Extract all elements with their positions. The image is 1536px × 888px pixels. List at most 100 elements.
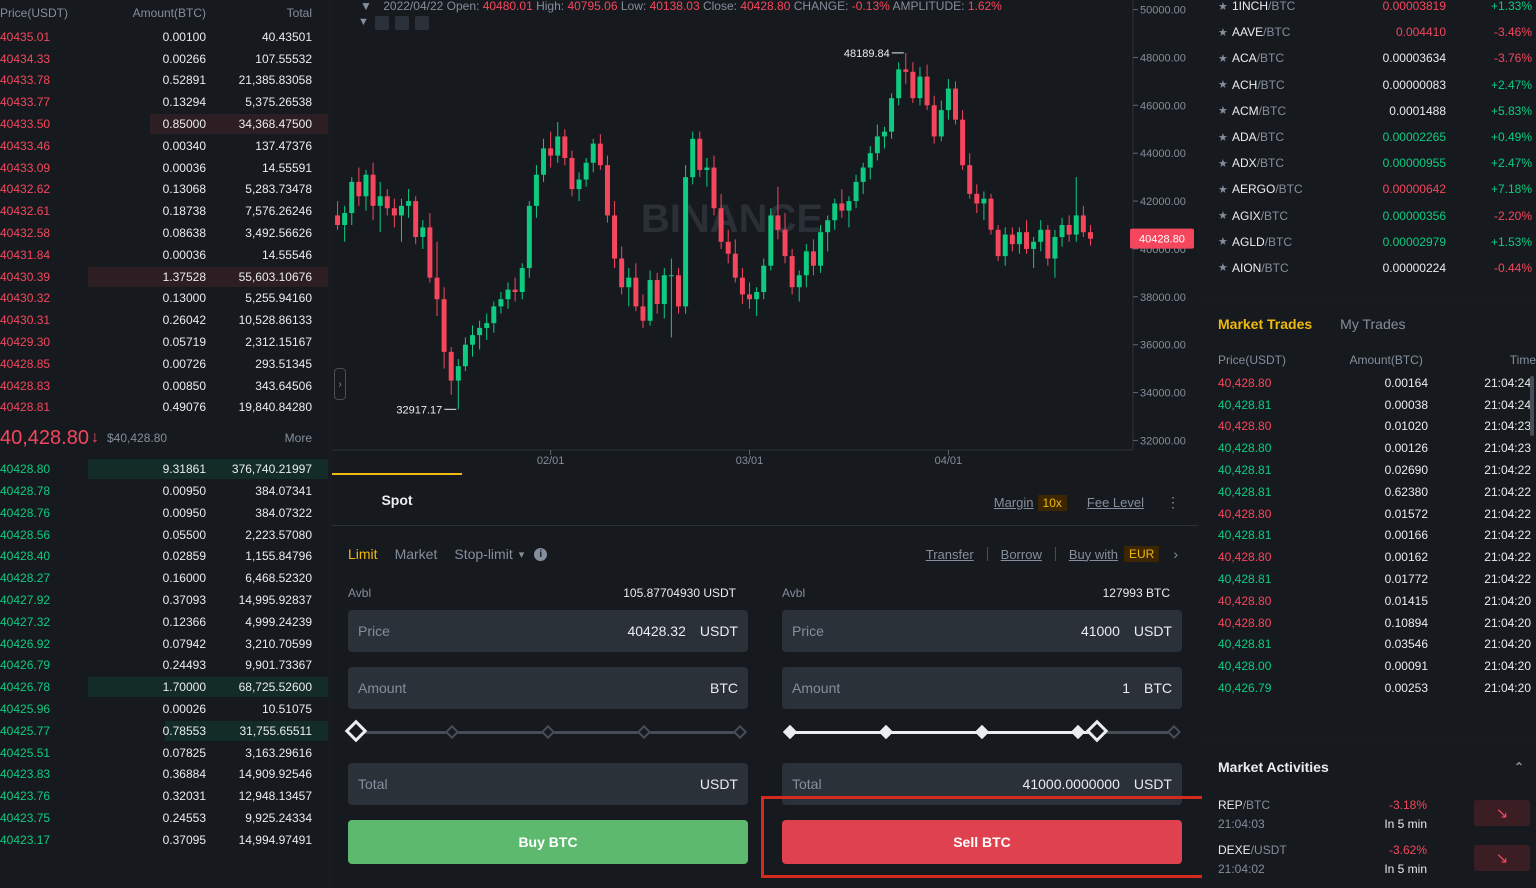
buy-total-field[interactable]: Total USDT	[348, 763, 748, 805]
bid-row[interactable]: 40426.78 1.70000 68,725.52600	[0, 676, 328, 698]
collapse-triangle-icon[interactable]: ▼	[360, 0, 372, 13]
leverage-badge[interactable]: 10x	[1037, 494, 1067, 511]
order-type-limit[interactable]: Limit	[348, 546, 378, 562]
indicator-icon[interactable]	[374, 16, 389, 30]
tab-spot[interactable]: Spot	[332, 473, 462, 525]
star-icon[interactable]: ★	[1218, 52, 1232, 65]
price-chart[interactable]: BINANCE 50000.00 48000.00 46000.00 44000.00 4…	[332, 0, 1198, 472]
bid-row[interactable]: 40423.76 0.32031 12,948.13457	[0, 785, 328, 807]
market-row[interactable]: ★ AAVE/BTC 0.004410 -3.46%	[1202, 19, 1536, 45]
expand-triangle-icon[interactable]: ▼	[358, 16, 369, 30]
tab-market-trades[interactable]: Market Trades	[1218, 316, 1312, 332]
chevron-right-icon[interactable]: ›	[1173, 546, 1178, 562]
slider-step[interactable]	[732, 724, 748, 740]
slider-handle[interactable]	[344, 719, 368, 743]
market-row[interactable]: ★ AERGO/BTC 0.00000642 +7.18%	[1202, 176, 1536, 202]
bid-row[interactable]: 40425.77 0.78553 31,755.65511	[0, 720, 328, 742]
market-row[interactable]: ★ ACH/BTC 0.00000083 +2.47%	[1202, 72, 1536, 98]
ask-row[interactable]: 40430.32 0.13000 5,255.94160	[0, 288, 328, 310]
bid-row[interactable]: 40423.17 0.37095 14,994.97491	[0, 829, 328, 851]
collapse-panel-button[interactable]: ›	[334, 368, 346, 400]
ask-row[interactable]: 40429.30 0.05719 2,312.15167	[0, 331, 328, 353]
market-row[interactable]: ★ AION/BTC 0.00000224 -0.44%	[1202, 255, 1536, 281]
ask-row[interactable]: 40430.31 0.26042 10,528.86133	[0, 309, 328, 331]
market-row[interactable]: ★ ADX/BTC 0.00000955 +2.47%	[1202, 150, 1536, 176]
ask-row[interactable]: 40432.62 0.13068 5,283.73478	[0, 179, 328, 201]
ask-row[interactable]: 40430.39 1.37528 55,603.10676	[0, 266, 328, 288]
bid-row[interactable]: 40428.78 0.00950 384.07341	[0, 480, 328, 502]
slider-step[interactable]	[878, 724, 894, 740]
sell-amount-field[interactable]: Amount 1 BTC	[782, 667, 1182, 709]
currency-badge[interactable]: EUR	[1123, 546, 1160, 562]
bid-row[interactable]: 40423.75 0.24553 9,925.24334	[0, 807, 328, 829]
order-type-market[interactable]: Market	[395, 546, 438, 562]
market-row[interactable]: ★ ADA/BTC 0.00002265 +0.49%	[1202, 124, 1536, 150]
slider-step[interactable]	[782, 724, 798, 740]
slider-step[interactable]	[1070, 724, 1086, 740]
sell-percent-slider[interactable]	[782, 719, 1182, 743]
slider-step[interactable]	[1166, 724, 1182, 740]
close-icon[interactable]	[414, 16, 429, 30]
bid-row[interactable]: 40427.92 0.37093 14,995.92837	[0, 589, 328, 611]
star-icon[interactable]: ★	[1218, 261, 1232, 274]
sell-price-input[interactable]: 41000	[1081, 623, 1120, 639]
market-row[interactable]: ★ ACM/BTC 0.0001488 +5.83%	[1202, 98, 1536, 124]
margin-link[interactable]: Margin	[994, 495, 1034, 510]
ask-row[interactable]: 40428.83 0.00850 343.64506	[0, 375, 328, 397]
scrollbar[interactable]	[1530, 376, 1534, 436]
more-options-icon[interactable]: ⋮	[1166, 494, 1180, 511]
slider-step[interactable]	[974, 724, 990, 740]
trend-down-icon[interactable]: ↘	[1474, 845, 1530, 871]
sell-amount-input[interactable]: 1	[1122, 680, 1130, 696]
candlestick-chart[interactable]: BINANCE 50000.00 48000.00 46000.00 44000.00 4…	[332, 0, 1198, 472]
bid-row[interactable]: 40427.32 0.12366 4,999.24239	[0, 611, 328, 633]
slider-step[interactable]	[540, 724, 556, 740]
activity-row[interactable]: DEXE/USDT 21:04:02 -3.62% In 5 min ↘	[1202, 835, 1536, 880]
bid-row[interactable]: 40428.40 0.02859 1,155.84796	[0, 546, 328, 568]
ask-row[interactable]: 40433.50 0.85000 34,368.47500	[0, 113, 328, 135]
bid-row[interactable]: 40425.96 0.00026 10.51075	[0, 698, 328, 720]
star-icon[interactable]: ★	[1218, 209, 1232, 222]
slider-handle[interactable]	[1085, 719, 1109, 743]
star-icon[interactable]: ★	[1218, 0, 1232, 13]
bid-row[interactable]: 40426.79 0.24493 9,901.73367	[0, 655, 328, 677]
ask-row[interactable]: 40433.78 0.52891 21,385.83058	[0, 70, 328, 92]
collapse-caret-icon[interactable]: ⌃	[1514, 760, 1524, 774]
star-icon[interactable]: ★	[1218, 235, 1232, 248]
bid-row[interactable]: 40423.83 0.36884 14,909.92546	[0, 764, 328, 786]
bid-row[interactable]: 40428.27 0.16000 6,468.52320	[0, 567, 328, 589]
settings-icon[interactable]	[394, 16, 409, 30]
slider-step[interactable]	[636, 724, 652, 740]
ask-row[interactable]: 40434.33 0.00266 107.55532	[0, 48, 328, 70]
info-icon[interactable]: i	[534, 547, 548, 561]
bid-row[interactable]: 40428.56 0.05500 2,223.57080	[0, 524, 328, 546]
buy-percent-slider[interactable]	[344, 719, 748, 743]
star-icon[interactable]: ★	[1218, 183, 1232, 196]
ask-row[interactable]: 40432.58 0.08638 3,492.56626	[0, 222, 328, 244]
borrow-link[interactable]: Borrow	[1001, 547, 1042, 562]
bid-row[interactable]: 40426.92 0.07942 3,210.70599	[0, 633, 328, 655]
sell-total-input[interactable]: 41000.0000000	[1023, 776, 1120, 792]
star-icon[interactable]: ★	[1218, 157, 1232, 170]
ask-row[interactable]: 40428.81 0.49076 19,840.84280	[0, 397, 328, 419]
star-icon[interactable]: ★	[1218, 78, 1232, 91]
chevron-down-icon[interactable]: ▾	[519, 548, 525, 561]
buy-price-input[interactable]: 40428.32	[627, 623, 685, 639]
activity-row[interactable]: REP/BTC 21:04:03 -3.18% In 5 min ↘	[1202, 790, 1536, 835]
buy-amount-field[interactable]: Amount BTC	[348, 667, 748, 709]
star-icon[interactable]: ★	[1218, 131, 1232, 144]
market-row[interactable]: ★ AGIX/BTC 0.00000356 -2.20%	[1202, 203, 1536, 229]
trend-down-icon[interactable]: ↘	[1474, 800, 1530, 826]
tab-my-trades[interactable]: My Trades	[1340, 316, 1405, 332]
ask-row[interactable]: 40433.46 0.00340 137.47376	[0, 135, 328, 157]
buy-with-link[interactable]: Buy with	[1069, 547, 1118, 562]
order-type-stop-limit[interactable]: Stop-limit	[454, 546, 512, 562]
ask-row[interactable]: 40433.09 0.00036 14.55591	[0, 157, 328, 179]
sell-button[interactable]: Sell BTC	[782, 820, 1182, 864]
bid-row[interactable]: 40428.80 9.31861 376,740.21997	[0, 458, 328, 480]
ask-row[interactable]: 40432.61 0.18738 7,576.26246	[0, 200, 328, 222]
buy-button[interactable]: Buy BTC	[348, 820, 748, 864]
bid-row[interactable]: 40425.51 0.07825 3,163.29616	[0, 742, 328, 764]
buy-price-field[interactable]: Price 40428.32 USDT	[348, 610, 748, 652]
slider-step[interactable]	[444, 724, 460, 740]
